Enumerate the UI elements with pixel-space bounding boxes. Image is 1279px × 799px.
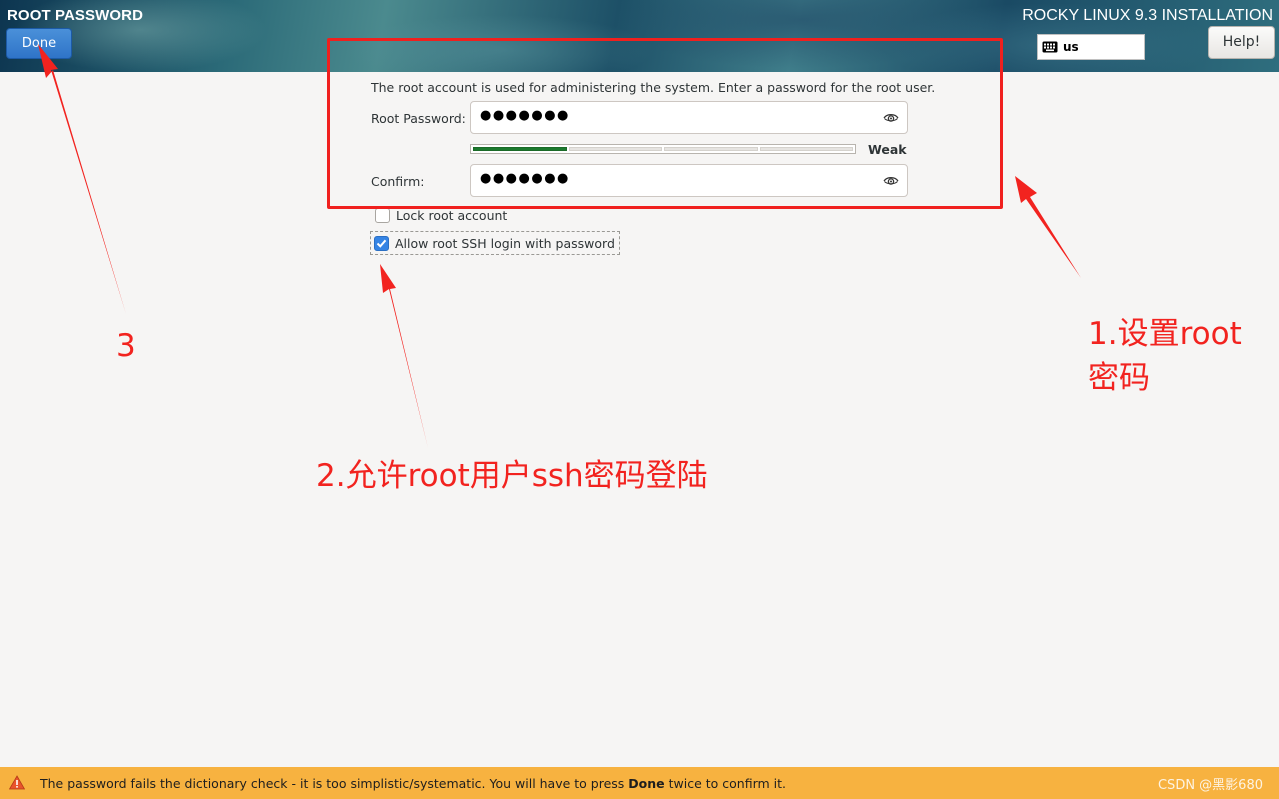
status-message-post: twice to confirm it. bbox=[664, 776, 787, 791]
annotation-step-1-line1: 1.设置root bbox=[1088, 316, 1242, 352]
status-message-pre: The password fails the dictionary check … bbox=[40, 776, 629, 791]
status-message: The password fails the dictionary check … bbox=[40, 776, 786, 791]
warning-icon bbox=[9, 775, 25, 790]
warning-status-bar: The password fails the dictionary check … bbox=[0, 767, 1279, 799]
annotation-step-2: 2.允许root用户ssh密码登陆 bbox=[316, 458, 708, 494]
annotation-step-1-line2: 密码 bbox=[1088, 360, 1150, 396]
annotation-arrow-2 bbox=[380, 264, 428, 448]
annotation-arrows bbox=[38, 44, 1081, 448]
annotation-step-3: 3 bbox=[116, 328, 136, 364]
watermark: CSDN @黑影680 bbox=[1157, 778, 1263, 793]
status-message-bold: Done bbox=[628, 776, 665, 791]
annotation-arrow-1 bbox=[1015, 176, 1081, 278]
annotation-arrow-3 bbox=[38, 44, 126, 314]
